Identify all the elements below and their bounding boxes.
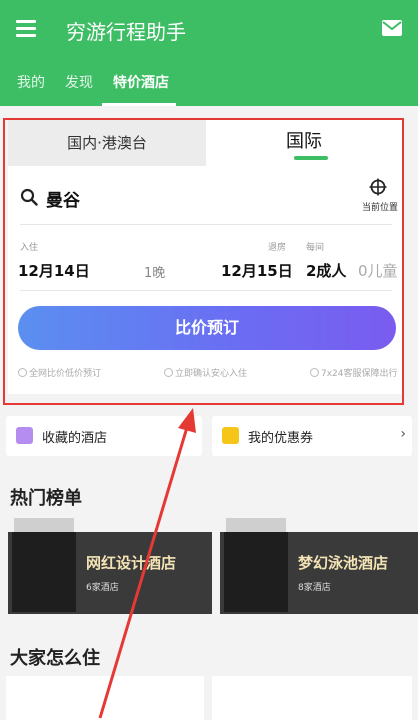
how-people-stay-title: 大家怎么住	[10, 648, 100, 669]
hot-list-card[interactable]: 梦幻泳池酒店 8家酒店	[220, 532, 418, 614]
stay-card[interactable]	[212, 676, 412, 720]
hot-list-card-title: 梦幻泳池酒店	[298, 554, 389, 572]
top-nav: 我的 发现 特价酒店	[0, 72, 418, 106]
mail-icon[interactable]	[382, 20, 402, 36]
hot-list-card-count: 8家酒店	[298, 583, 331, 593]
hot-list-title: 热门榜单	[10, 488, 82, 509]
hotel-thumbnail	[12, 532, 76, 612]
menu-icon[interactable]	[16, 20, 36, 38]
app-header: 穷游行程助手 我的 发现 特价酒店	[0, 0, 418, 106]
app-title: 穷游行程助手	[66, 20, 186, 44]
my-coupons-button[interactable]: 我的优惠券 ›	[212, 416, 412, 456]
tab-discover[interactable]: 发现	[65, 72, 93, 92]
coupon-icon	[222, 427, 239, 444]
favorite-hotels-button[interactable]: 收藏的酒店	[6, 416, 202, 456]
favorite-hotels-label: 收藏的酒店	[42, 431, 108, 446]
my-coupons-label: 我的优惠券	[248, 431, 314, 446]
hot-list-card-title: 网红设计酒店	[86, 554, 177, 572]
active-tab-indicator	[102, 103, 176, 106]
thumbnail-tab	[14, 518, 74, 532]
hotel-thumbnail	[224, 532, 288, 612]
tab-special-hotels[interactable]: 特价酒店	[113, 72, 169, 92]
tab-mine[interactable]: 我的	[17, 72, 45, 92]
hot-list-card-count: 6家酒店	[86, 583, 119, 593]
chevron-right-icon: ›	[400, 426, 406, 442]
highlight-box	[3, 118, 404, 405]
hot-list-card[interactable]: 网红设计酒店 6家酒店	[8, 532, 212, 614]
thumbnail-tab	[226, 518, 286, 532]
bookmark-icon	[16, 427, 33, 444]
stay-card[interactable]	[6, 676, 204, 720]
